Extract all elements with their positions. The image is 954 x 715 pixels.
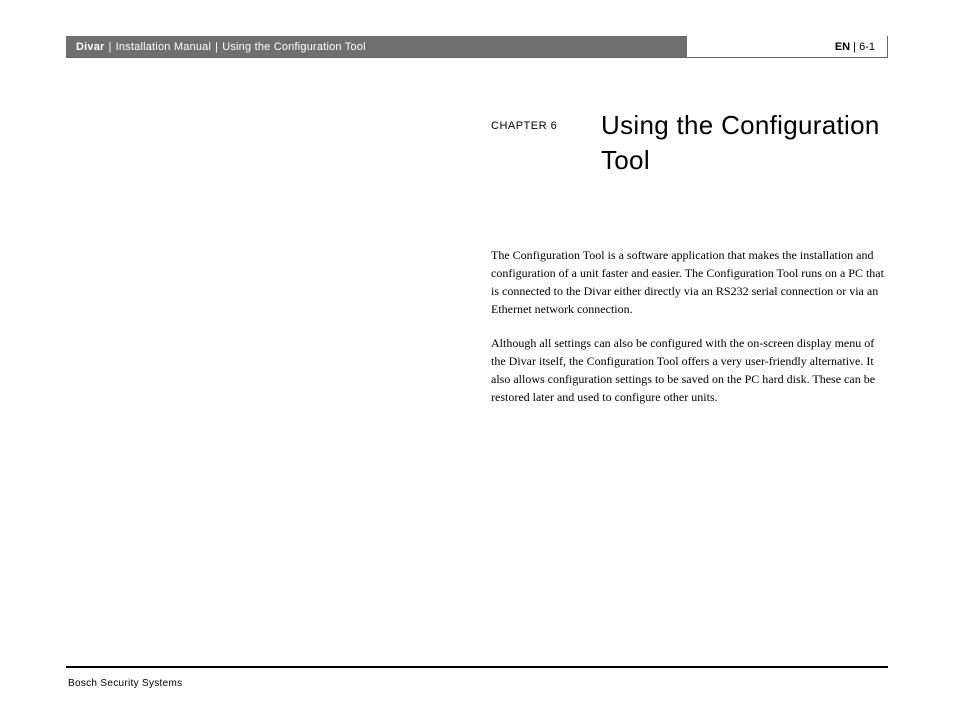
chapter-title: Using the Configuration Tool [601,108,891,178]
chapter-label: CHAPTER 6 [491,120,601,132]
page-number: 6-1 [859,41,875,53]
language-code: EN [835,41,850,53]
footer: Bosch Security Systems [66,666,888,689]
header-bar: Divar | Installation Manual | Using the … [66,36,888,58]
document-page: Divar | Installation Manual | Using the … [0,0,954,715]
footer-rule [66,666,888,668]
breadcrumb: Divar | Installation Manual | Using the … [66,36,687,57]
separator: | [215,41,218,53]
footer-company: Bosch Security Systems [66,678,888,689]
chapter-heading: CHAPTER 6 Using the Configuration Tool [491,108,891,178]
separator: | [109,41,112,53]
paragraph-1: The Configuration Tool is a software app… [491,246,891,318]
product-name: Divar [76,41,105,53]
separator: | [850,41,859,53]
content-area: CHAPTER 6 Using the Configuration Tool T… [491,108,891,406]
section-name: Using the Configuration Tool [222,41,366,53]
body-text: The Configuration Tool is a software app… [491,246,891,406]
manual-name: Installation Manual [116,41,212,53]
page-indicator: EN | 6-1 [687,36,887,57]
paragraph-2: Although all settings can also be config… [491,334,891,406]
